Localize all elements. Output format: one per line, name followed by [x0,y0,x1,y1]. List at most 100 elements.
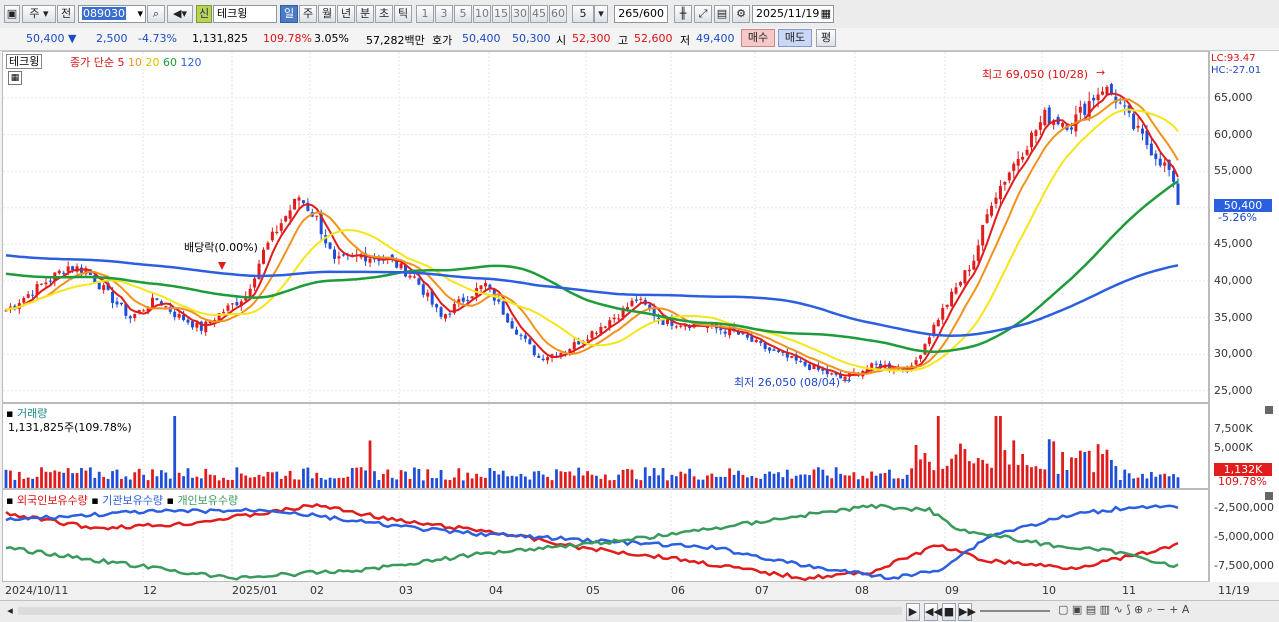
volume-tick: 7,500K [1214,422,1253,435]
volume-bar [164,472,168,488]
holding-tick: -5,000,000 [1214,530,1274,543]
candle [466,300,470,302]
x-axis-label: 07 [755,584,769,597]
volume-bar [1096,444,1100,488]
forward-icon[interactable]: ▶▶ [958,603,976,621]
volume-bar [852,472,856,488]
play-icon[interactable]: ▶ [906,603,920,621]
volume-bar [9,470,12,488]
volume-bar [1132,478,1136,488]
candle [177,313,181,318]
x-axis-label: 11 [1122,584,1136,597]
volume-bar [670,474,674,488]
candle [768,347,772,351]
scrollbar[interactable] [18,607,902,615]
candle [803,361,807,366]
close-panel-icon[interactable] [1265,406,1273,414]
candle [1003,181,1007,185]
volume-bar [1061,451,1064,488]
rewind-icon[interactable]: ◀◀ [924,603,942,621]
candle [1154,153,1158,159]
volume-bar [932,470,936,488]
candle [62,272,66,274]
candle [990,205,994,216]
tool-icons[interactable]: ▢ ▣ ▤ ▥ ∿ ⟆ ⊕ ⌕ − + A [1058,603,1189,617]
candle [657,317,661,319]
x-axis-label: 2024/10/11 [5,584,69,597]
volume-bar [563,472,567,488]
candle [528,339,532,345]
volume-bar [719,476,723,488]
candle [328,242,332,249]
price-tick: 40,000 [1214,274,1253,287]
volume-bar [44,471,48,488]
candle [1083,103,1087,115]
candle [1016,159,1020,166]
candle [270,231,274,241]
volume-bar [133,472,137,488]
volume-bar [586,471,589,488]
volume-bar [124,476,128,488]
volume-bar [679,471,683,488]
volume-bar [856,479,860,488]
zoom-slider[interactable] [980,610,1050,612]
table-icon[interactable]: ▦ [8,71,22,85]
volume-bar [701,479,705,488]
volume-bar [359,467,363,488]
candle [772,349,776,351]
volume-bar [537,470,541,488]
volume-bar [1021,454,1025,488]
candle [266,242,270,250]
volume-bar [790,478,794,488]
volume-bar [808,475,811,488]
volume-bar [1101,454,1104,488]
volume-bar [666,480,669,488]
candle [1038,122,1042,130]
volume-bar [927,461,931,488]
volume-bar [967,461,971,488]
high-arrow-icon: → [1096,66,1105,79]
close-panel-icon[interactable] [1265,492,1273,500]
candle [967,269,971,272]
stop-icon[interactable]: ■ [942,603,956,621]
volume-bar [88,467,92,488]
scroll-left-icon[interactable]: ◂ [4,603,16,621]
holding-legend: ▪ 외국인보유수량 ▪ 기관보유수량 ▪ 개인보유수량 [6,494,239,507]
volume-bar [763,473,767,488]
volume-bar [222,477,225,488]
candle [1101,91,1105,95]
volume-tick: 5,000K [1214,441,1253,454]
candle [301,200,305,204]
volume-bar [657,475,660,488]
volume-bar [364,470,367,488]
ma-line-60 [5,180,1179,353]
volume-bar [1127,473,1131,488]
candle [421,284,425,295]
x-axis-label: 10 [1042,584,1056,597]
candle [315,215,319,217]
volume-bar [590,474,594,488]
x-axis-label: 03 [399,584,413,597]
volume-bar [151,469,154,488]
volume-bar [413,467,416,488]
volume-bar [306,467,310,488]
candle [958,282,962,286]
volume-bar [936,416,940,488]
volume-bar [643,467,647,488]
candle [510,321,514,329]
volume-bar [204,468,208,488]
volume-bar [794,475,798,488]
candle [186,319,190,323]
volume-bar [621,469,625,488]
holding-tick: -7,500,000 [1214,559,1274,572]
candle [133,314,137,318]
volume-bar [195,476,199,488]
candle [599,326,603,334]
candle [399,263,403,269]
volume-bar [1034,466,1038,488]
candle [1140,128,1144,134]
candle [284,216,288,222]
volume-bar [839,473,843,488]
candle [164,306,168,308]
candle [1061,122,1065,127]
